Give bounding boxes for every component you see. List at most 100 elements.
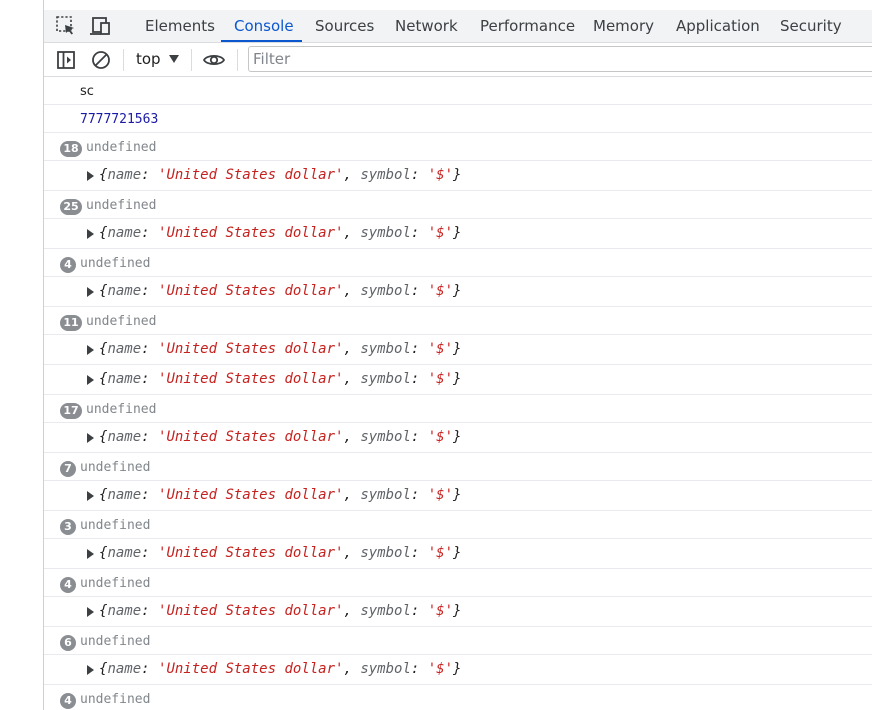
devtools-tab-bar: Elements Console Sources Network Perform… xyxy=(44,10,872,43)
undefined-value: undefined xyxy=(86,314,157,329)
punctuation: : xyxy=(141,167,159,183)
repeat-count-badge: 4 xyxy=(60,257,76,273)
undefined-value: undefined xyxy=(80,634,151,649)
console-toolbar: top xyxy=(44,43,872,77)
punctuation: : xyxy=(410,167,428,183)
property-value: '$' xyxy=(427,225,454,241)
expand-triangle-icon[interactable] xyxy=(87,345,94,355)
property-value: 'United States dollar' xyxy=(158,603,344,619)
object-preview[interactable]: {name: 'United States dollar', symbol: '… xyxy=(99,225,461,241)
console-object-message: {name: 'United States dollar', symbol: '… xyxy=(44,365,872,395)
punctuation: , xyxy=(343,429,361,445)
clear-console-icon[interactable] xyxy=(89,48,113,72)
tab-application[interactable]: Application xyxy=(676,10,760,42)
object-preview[interactable]: {name: 'United States dollar', symbol: '… xyxy=(99,661,461,677)
tab-performance[interactable]: Performance xyxy=(480,10,575,42)
toolbar-divider xyxy=(237,49,238,71)
console-object-message: {name: 'United States dollar', symbol: '… xyxy=(44,597,872,627)
object-preview[interactable]: {name: 'United States dollar', symbol: '… xyxy=(99,371,461,387)
object-preview[interactable]: {name: 'United States dollar', symbol: '… xyxy=(99,487,461,503)
property-key: symbol xyxy=(360,487,411,503)
repeat-count-badge: 25 xyxy=(60,199,82,215)
object-preview[interactable]: {name: 'United States dollar', symbol: '… xyxy=(99,283,461,299)
repeat-count-badge: 3 xyxy=(60,519,76,535)
expand-triangle-icon[interactable] xyxy=(87,375,94,385)
punctuation: , xyxy=(343,283,361,299)
object-preview[interactable]: {name: 'United States dollar', symbol: '… xyxy=(99,167,461,183)
chevron-down-icon[interactable] xyxy=(169,55,179,63)
undefined-value: undefined xyxy=(80,518,151,533)
punctuation: : xyxy=(410,429,428,445)
property-value: 'United States dollar' xyxy=(158,545,344,561)
expand-triangle-icon[interactable] xyxy=(87,491,94,501)
device-toolbar-icon[interactable] xyxy=(88,14,112,38)
punctuation: : xyxy=(141,661,159,677)
property-key: name xyxy=(107,487,142,503)
punctuation: : xyxy=(141,429,159,445)
expand-triangle-icon[interactable] xyxy=(87,433,94,443)
expand-triangle-icon[interactable] xyxy=(87,607,94,617)
eye-icon[interactable] xyxy=(202,48,226,72)
property-key: name xyxy=(107,603,142,619)
undefined-value: undefined xyxy=(86,140,157,155)
repeat-count-badge: 7 xyxy=(60,461,76,477)
punctuation: } xyxy=(453,545,462,561)
property-value: '$' xyxy=(427,167,454,183)
punctuation: } xyxy=(453,341,462,357)
punctuation: : xyxy=(141,371,159,387)
console-message-undefined: 25 undefined xyxy=(44,191,872,219)
context-selector[interactable]: top xyxy=(136,43,161,76)
expand-triangle-icon[interactable] xyxy=(87,229,94,239)
tab-sources[interactable]: Sources xyxy=(315,10,374,42)
property-key: symbol xyxy=(360,429,411,445)
property-value: 'United States dollar' xyxy=(158,371,344,387)
property-key: symbol xyxy=(360,545,411,561)
console-object-message: {name: 'United States dollar', symbol: '… xyxy=(44,277,872,307)
object-preview[interactable]: {name: 'United States dollar', symbol: '… xyxy=(99,603,461,619)
property-value: '$' xyxy=(427,283,454,299)
punctuation: : xyxy=(141,487,159,503)
filter-input[interactable] xyxy=(248,46,872,72)
punctuation: } xyxy=(453,225,462,241)
property-value: 'United States dollar' xyxy=(158,225,344,241)
sidebar-toggle-icon[interactable] xyxy=(54,48,78,72)
console-message-undefined: 4 undefined xyxy=(44,569,872,597)
property-value: '$' xyxy=(427,661,454,677)
tab-security[interactable]: Security xyxy=(780,10,842,42)
tab-console[interactable]: Console xyxy=(234,10,294,42)
inspect-element-icon[interactable] xyxy=(54,14,78,38)
expand-triangle-icon[interactable] xyxy=(87,287,94,297)
property-value: 'United States dollar' xyxy=(158,661,344,677)
property-key: name xyxy=(107,371,142,387)
repeat-count-badge: 17 xyxy=(60,403,82,419)
repeat-count-badge: 6 xyxy=(60,635,76,651)
property-key: name xyxy=(107,225,142,241)
tab-network[interactable]: Network xyxy=(395,10,458,42)
property-key: symbol xyxy=(360,371,411,387)
object-preview[interactable]: {name: 'United States dollar', symbol: '… xyxy=(99,429,461,445)
devtools-panel: Elements Console Sources Network Perform… xyxy=(43,0,872,710)
expand-triangle-icon[interactable] xyxy=(87,171,94,181)
expand-triangle-icon[interactable] xyxy=(87,549,94,559)
undefined-value: undefined xyxy=(80,256,151,271)
punctuation: : xyxy=(410,545,428,561)
console-message-undefined: 11 undefined xyxy=(44,307,872,335)
expand-triangle-icon[interactable] xyxy=(87,665,94,675)
punctuation: : xyxy=(410,283,428,299)
punctuation: : xyxy=(410,371,428,387)
punctuation: : xyxy=(141,545,159,561)
punctuation: } xyxy=(453,487,462,503)
object-preview[interactable]: {name: 'United States dollar', symbol: '… xyxy=(99,545,461,561)
punctuation: , xyxy=(343,341,361,357)
punctuation: : xyxy=(410,661,428,677)
console-message-undefined: 4 undefined xyxy=(44,685,872,710)
tab-memory[interactable]: Memory xyxy=(593,10,654,42)
punctuation: , xyxy=(343,603,361,619)
toolbar-divider xyxy=(191,49,192,71)
console-message: 7777721563 xyxy=(44,105,872,133)
object-preview[interactable]: {name: 'United States dollar', symbol: '… xyxy=(99,341,461,357)
punctuation: , xyxy=(343,225,361,241)
console-message: sc xyxy=(44,77,872,105)
tab-elements[interactable]: Elements xyxy=(145,10,215,42)
property-value: '$' xyxy=(427,429,454,445)
